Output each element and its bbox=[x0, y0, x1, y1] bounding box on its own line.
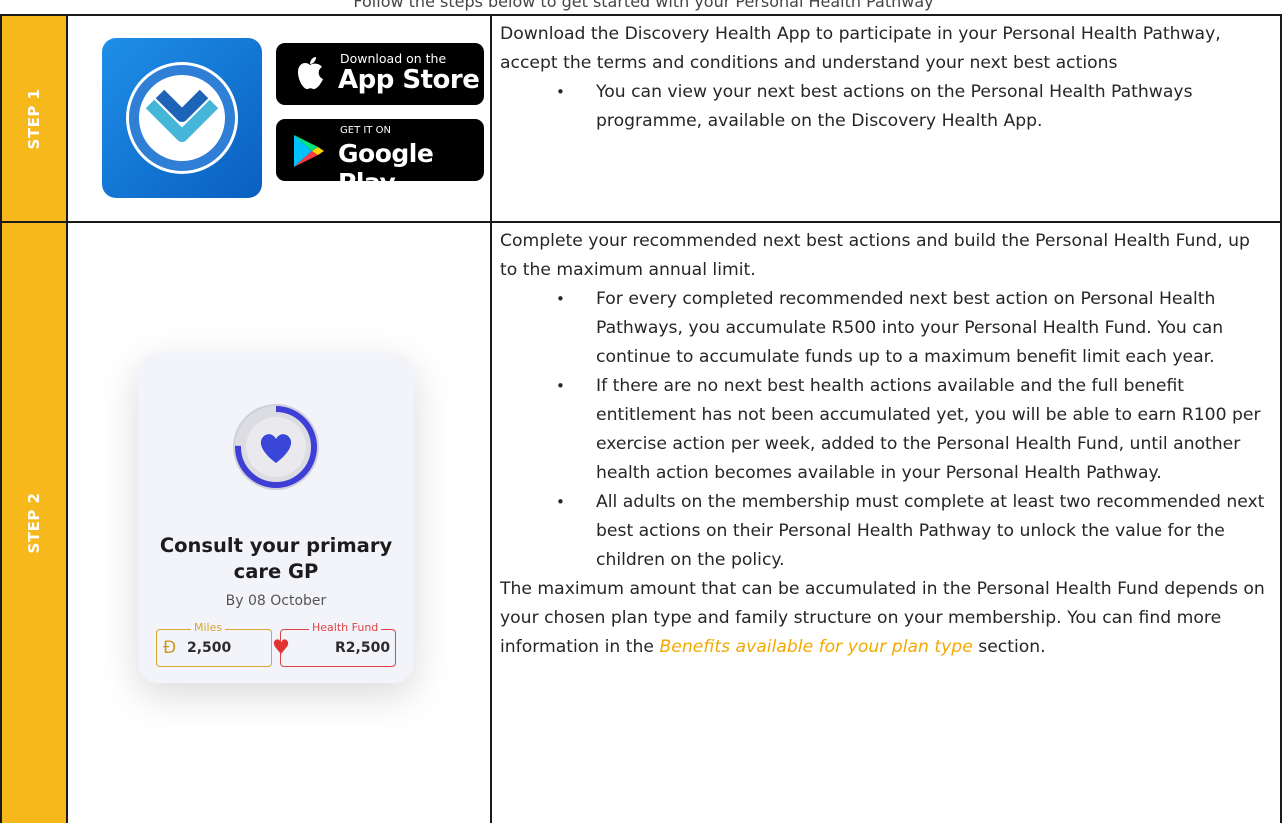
benefits-link[interactable]: Benefits available for your plan type bbox=[659, 637, 972, 657]
outro-end-text: section. bbox=[972, 637, 1046, 657]
list-item: You can view your next best actions on t… bbox=[556, 78, 1270, 136]
card-title: Consult your primary care GP bbox=[159, 534, 393, 583]
step-1-intro: Download the Discovery Health App to par… bbox=[500, 24, 1221, 73]
app-store-big-text: App Store bbox=[338, 65, 480, 95]
play-triangle-icon bbox=[294, 135, 324, 167]
step-2-image-cell: Consult your primary care GP By 08 Octob… bbox=[66, 221, 492, 823]
partial-header-text: Follow the steps below to get started wi… bbox=[353, 0, 934, 11]
list-item: For every completed recommended next bes… bbox=[556, 285, 1270, 372]
step-1-row: STEP 1 Download on the App Store GET IT … bbox=[0, 14, 1282, 223]
heart-progress-icon bbox=[233, 404, 319, 490]
list-item: All adults on the membership must comple… bbox=[556, 488, 1270, 575]
list-item: If there are no next best health actions… bbox=[556, 372, 1270, 488]
miles-label: Miles bbox=[191, 621, 226, 634]
step-2-row: STEP 2 Consult your primary care GP By 0… bbox=[0, 221, 1282, 823]
heart-icon: ♥ bbox=[272, 635, 290, 659]
step-2-label-cell: STEP 2 bbox=[0, 221, 68, 823]
step-1-bullets: You can view your next best actions on t… bbox=[500, 78, 1270, 136]
google-play-button[interactable]: GET IT ON Google Play bbox=[276, 119, 484, 197]
app-store-small-text: Download on the bbox=[340, 51, 447, 66]
health-fund-label: Health Fund bbox=[309, 621, 382, 634]
steps-table: STEP 1 Download on the App Store GET IT … bbox=[0, 14, 1282, 823]
step-2-bullets: For every completed recommended next bes… bbox=[500, 285, 1270, 575]
step-1-label-cell: STEP 1 bbox=[0, 14, 68, 223]
discovery-app-icon[interactable] bbox=[102, 38, 262, 198]
google-play-big-text: Google Play bbox=[338, 139, 434, 197]
step-2-intro: Complete your recommended next best acti… bbox=[500, 231, 1250, 280]
miles-coin-icon: Ð bbox=[163, 638, 177, 658]
apple-icon bbox=[298, 57, 323, 90]
health-fund-value: R2,500 bbox=[335, 640, 391, 656]
step-1-image-cell: Download on the App Store GET IT ON Goog… bbox=[66, 14, 492, 223]
step-1-label: STEP 1 bbox=[25, 88, 43, 149]
step-1-text-cell: Download the Discovery Health App to par… bbox=[490, 14, 1282, 223]
step-2-outro: The maximum amount that can be accumulat… bbox=[500, 575, 1270, 662]
card-date: By 08 October bbox=[225, 593, 327, 609]
action-card: Consult your primary care GP By 08 Octob… bbox=[138, 353, 414, 683]
step-2-text-cell: Complete your recommended next best acti… bbox=[490, 221, 1282, 823]
google-play-small-text: GET IT ON bbox=[340, 125, 391, 136]
miles-value: 2,500 bbox=[187, 640, 232, 656]
miles-box: Miles Ð 2,500 bbox=[156, 621, 272, 667]
step-2-label: STEP 2 bbox=[25, 492, 43, 554]
app-store-button[interactable]: Download on the App Store bbox=[276, 43, 484, 105]
health-fund-box: Health Fund ♥ R2,500 bbox=[272, 621, 396, 667]
